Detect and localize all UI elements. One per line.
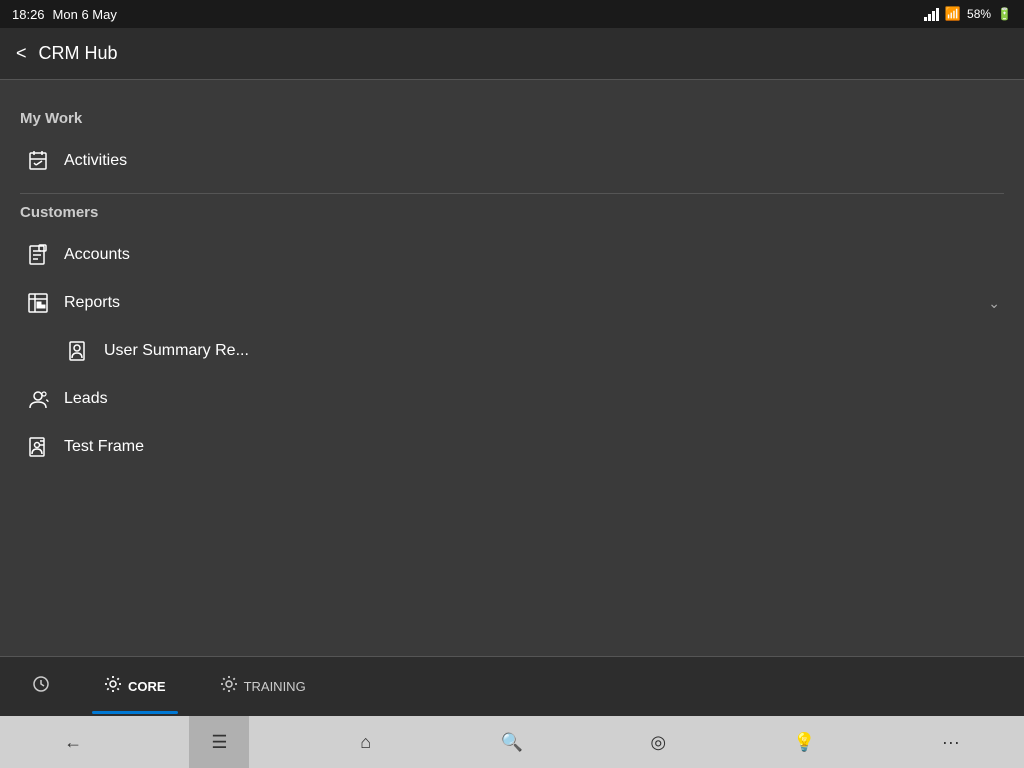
main-content: My Work Activities Customers xyxy=(0,80,1024,656)
section-heading-customers: Customers xyxy=(20,204,1004,221)
divider-1 xyxy=(20,193,1004,194)
leads-label: Leads xyxy=(64,390,1000,408)
reports-icon xyxy=(24,289,52,317)
tab-training[interactable]: TRAINING xyxy=(208,667,318,706)
signal-icon xyxy=(924,8,939,21)
nav-item-test-frame[interactable]: Test Frame xyxy=(20,423,1004,471)
battery-icon: 🔋 xyxy=(997,7,1012,21)
reports-chevron-icon: ⌄ xyxy=(988,295,1000,312)
test-frame-icon xyxy=(24,433,52,461)
bottom-tab-bar: CORE TRAINING xyxy=(0,656,1024,716)
status-bar: 18:26 Mon 6 May 📶 58% 🔋 xyxy=(0,0,1024,28)
app-header: < CRM Hub xyxy=(0,28,1024,80)
tab-recent[interactable] xyxy=(20,667,62,706)
nav-item-accounts[interactable]: Accounts xyxy=(20,231,1004,279)
user-summary-label: User Summary Re... xyxy=(104,342,249,360)
nav-item-user-summary[interactable]: User Summary Re... xyxy=(20,327,1004,375)
tab-core[interactable]: CORE xyxy=(92,667,178,706)
core-gear-icon xyxy=(104,675,122,698)
nav-item-activities[interactable]: Activities xyxy=(20,137,1004,185)
nav-back-button[interactable]: ← xyxy=(43,716,103,768)
user-summary-icon xyxy=(64,337,92,365)
reports-label: Reports xyxy=(64,294,988,312)
back-button[interactable]: < xyxy=(16,43,27,64)
section-heading-my-work: My Work xyxy=(20,110,1004,127)
battery-percentage: 58% xyxy=(967,7,991,21)
tab-training-label: TRAINING xyxy=(244,679,306,694)
nav-more-button[interactable]: ··· xyxy=(921,716,981,768)
training-gear-icon xyxy=(220,675,238,698)
leads-icon xyxy=(24,385,52,413)
app-title: CRM Hub xyxy=(39,43,118,64)
recent-icon xyxy=(32,675,50,698)
nav-target-button[interactable]: ◎ xyxy=(628,716,688,768)
accounts-label: Accounts xyxy=(64,246,1000,264)
activities-label: Activities xyxy=(64,152,1000,170)
section-my-work: My Work Activities xyxy=(20,110,1004,185)
section-customers: Customers Accounts xyxy=(20,204,1004,471)
nav-item-leads[interactable]: Leads xyxy=(20,375,1004,423)
accounts-icon xyxy=(24,241,52,269)
nav-search-button[interactable]: 🔍 xyxy=(482,716,542,768)
status-time: 18:26 xyxy=(12,7,45,22)
windows-nav-bar: ← ☰ ⌂ 🔍 ◎ 💡 ··· xyxy=(0,716,1024,768)
status-date: Mon 6 May xyxy=(53,7,117,22)
wifi-icon: 📶 xyxy=(945,6,961,22)
nav-home-button[interactable]: ⌂ xyxy=(336,716,396,768)
test-frame-label: Test Frame xyxy=(64,438,1000,456)
nav-item-reports[interactable]: Reports ⌄ xyxy=(20,279,1004,327)
activities-icon xyxy=(24,147,52,175)
nav-lightbulb-button[interactable]: 💡 xyxy=(775,716,835,768)
tab-core-label: CORE xyxy=(128,679,166,694)
nav-menu-button[interactable]: ☰ xyxy=(189,716,249,768)
